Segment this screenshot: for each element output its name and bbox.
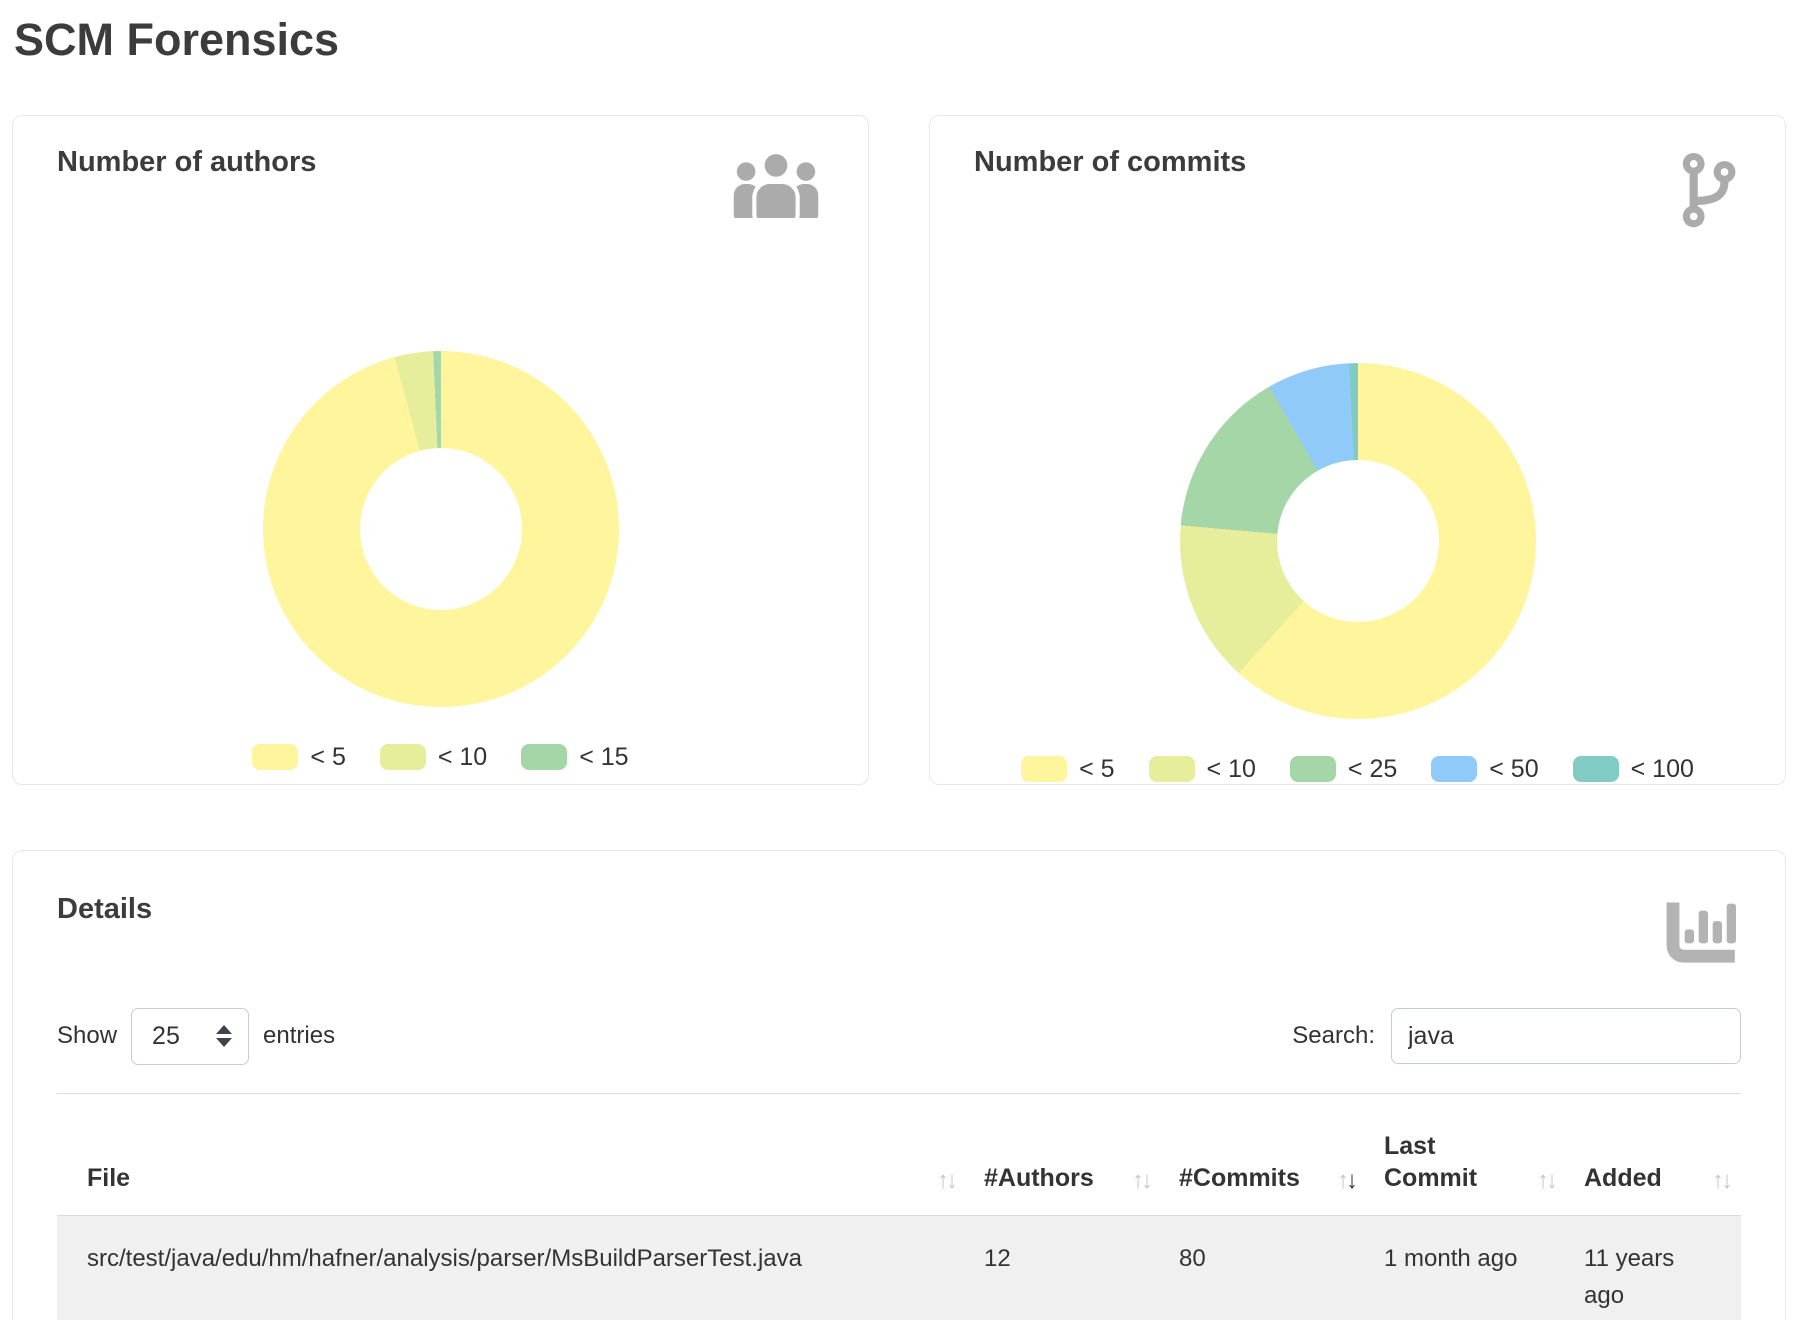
charts-row: Number of authors < 5 < 10 < 15 bbox=[12, 115, 1786, 785]
details-table: File↑↓#Authors↑↓#Commits↑↓Last Commit↑↓A… bbox=[57, 1093, 1741, 1320]
cell-added: 11 years ago bbox=[1566, 1215, 1741, 1320]
column-header-authors[interactable]: #Authors ↑↓ bbox=[966, 1093, 1161, 1215]
commits-card: Number of commits bbox=[929, 115, 1786, 785]
column-header-last-commit[interactable]: Last Commit ↑↓ bbox=[1366, 1093, 1566, 1215]
page-length-value: 25 bbox=[152, 1022, 180, 1051]
legend-label: < 5 bbox=[1079, 755, 1114, 784]
legend-label: < 10 bbox=[1207, 755, 1256, 784]
entries-label: entries bbox=[263, 1022, 335, 1050]
chart-column-icon bbox=[1661, 899, 1741, 974]
column-header-commits[interactable]: #Commits ↑↓ bbox=[1161, 1093, 1366, 1215]
page-length-select[interactable]: 25 bbox=[131, 1008, 249, 1065]
legend-label: < 15 bbox=[579, 743, 628, 772]
table-body: src/test/java/edu/hm/hafner/analysis/par… bbox=[57, 1215, 1741, 1320]
sort-icon: ↑↓ bbox=[1712, 1167, 1733, 1195]
legend-label: < 10 bbox=[438, 743, 487, 772]
cell-authors: 12 bbox=[966, 1215, 1161, 1320]
legend-swatch bbox=[521, 744, 567, 770]
details-card: Details Show 25 entries Search: bbox=[12, 850, 1786, 1320]
commits-card-title: Number of commits bbox=[974, 142, 1246, 182]
page-title: SCM Forensics bbox=[14, 14, 1798, 66]
cell-commits: 80 bbox=[1161, 1215, 1366, 1320]
legend-item[interactable]: < 50 bbox=[1431, 755, 1538, 784]
sort-icon: ↑↓ bbox=[937, 1167, 958, 1195]
legend-label: < 25 bbox=[1348, 755, 1397, 784]
legend-swatch bbox=[1149, 756, 1195, 782]
legend-item[interactable]: < 100 bbox=[1573, 755, 1694, 784]
table-row[interactable]: src/test/java/edu/hm/hafner/analysis/par… bbox=[57, 1215, 1741, 1320]
legend-item[interactable]: < 25 bbox=[1290, 755, 1397, 784]
legend-label: < 5 bbox=[310, 743, 345, 772]
column-label: File bbox=[87, 1162, 130, 1195]
column-label: #Commits bbox=[1179, 1162, 1300, 1195]
legend-item[interactable]: < 5 bbox=[1021, 755, 1114, 784]
authors-card: Number of authors < 5 < 10 < 15 bbox=[12, 115, 869, 785]
column-header-added[interactable]: Added ↑↓ bbox=[1566, 1093, 1741, 1215]
legend-label: < 100 bbox=[1631, 755, 1694, 784]
legend-swatch bbox=[252, 744, 298, 770]
details-card-title: Details bbox=[57, 889, 152, 929]
column-label: Last Commit bbox=[1384, 1130, 1529, 1195]
search-input[interactable] bbox=[1391, 1008, 1741, 1064]
column-label: Added bbox=[1584, 1162, 1662, 1195]
legend-swatch bbox=[380, 744, 426, 770]
legend-item[interactable]: < 15 bbox=[521, 743, 628, 772]
legend-swatch bbox=[1431, 756, 1477, 782]
sort-icon: ↑↓ bbox=[1132, 1167, 1153, 1195]
legend-swatch bbox=[1021, 756, 1067, 782]
column-header-file[interactable]: File ↑↓ bbox=[57, 1093, 966, 1215]
cell-last-commit: 1 month ago bbox=[1366, 1215, 1566, 1320]
table-header-row: File↑↓#Authors↑↓#Commits↑↓Last Commit↑↓A… bbox=[57, 1093, 1741, 1215]
show-label: Show bbox=[57, 1022, 117, 1050]
select-arrows-icon bbox=[216, 1025, 232, 1047]
legend-item[interactable]: < 10 bbox=[1149, 755, 1256, 784]
search-label: Search: bbox=[1292, 1022, 1375, 1050]
cell-file: src/test/java/edu/hm/hafner/analysis/par… bbox=[57, 1215, 966, 1320]
legend-item[interactable]: < 5 bbox=[252, 743, 345, 772]
authors-donut-chart[interactable] bbox=[263, 351, 619, 707]
legend-swatch bbox=[1290, 756, 1336, 782]
users-icon bbox=[730, 152, 822, 223]
table-controls: Show 25 entries Search: bbox=[57, 1008, 1741, 1065]
commits-donut-chart[interactable] bbox=[1180, 363, 1536, 719]
legend-label: < 50 bbox=[1489, 755, 1538, 784]
authors-card-title: Number of authors bbox=[57, 142, 316, 182]
legend-item[interactable]: < 10 bbox=[380, 743, 487, 772]
commits-chart-legend: < 5 < 10 < 25 < 50 < 100 bbox=[930, 755, 1785, 784]
legend-swatch bbox=[1573, 756, 1619, 782]
authors-chart-legend: < 5 < 10 < 15 bbox=[13, 743, 868, 772]
column-label: #Authors bbox=[984, 1162, 1094, 1195]
sort-icon: ↑↓ bbox=[1537, 1167, 1558, 1195]
sort-icon: ↑↓ bbox=[1337, 1167, 1358, 1195]
code-branch-icon bbox=[1681, 152, 1739, 235]
